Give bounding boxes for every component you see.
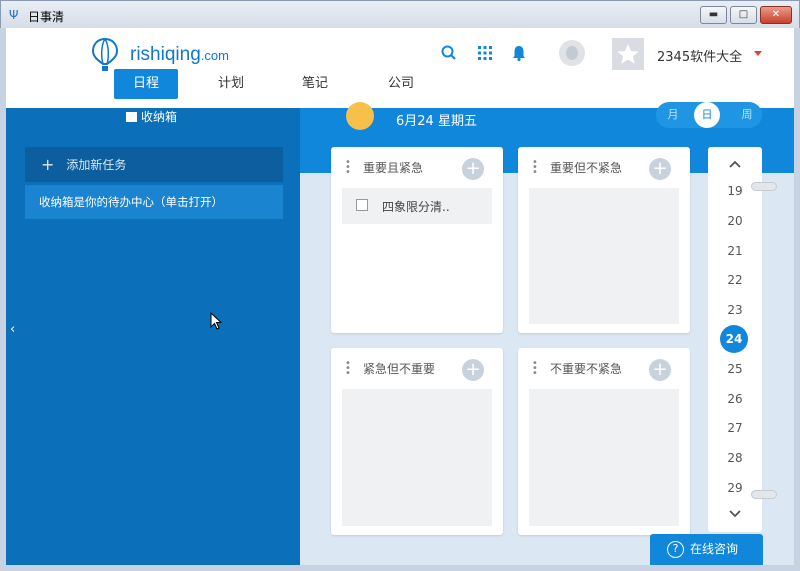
tab-notes[interactable]: 笔记 xyxy=(284,69,346,99)
consult-label: 在线咨询 xyxy=(690,542,739,556)
scroll-down-icon[interactable] xyxy=(728,509,742,519)
window-frame-right xyxy=(794,28,800,571)
add-task-plus-button[interactable]: + xyxy=(649,359,671,381)
add-task-button[interactable]: + 添加新任务 xyxy=(25,147,283,182)
user-menu-caret-icon[interactable] xyxy=(754,51,762,56)
inbox-title-label: 收纳箱 xyxy=(141,110,178,124)
quadrant-urgent-not-important[interactable]: • • • 紧急但不重要 + xyxy=(331,348,503,535)
scroll-up-icon[interactable] xyxy=(728,159,742,169)
date-range-handle-bottom[interactable] xyxy=(751,490,777,499)
app-icon: Ψ xyxy=(9,8,19,22)
window-frame-bottom xyxy=(0,565,800,571)
question-icon: ? xyxy=(667,541,684,558)
inbox-panel: 收纳箱 + 添加新任务 收纳箱是你的待办中心（单击打开） ‹ xyxy=(6,108,300,565)
drag-handle-icon[interactable]: • • • xyxy=(532,359,538,379)
add-task-plus-button[interactable]: + xyxy=(462,158,484,180)
logo-main: rishiqing xyxy=(130,44,201,65)
date-item[interactable]: 22 xyxy=(708,273,762,287)
quadrant-title: 重要且紧急 xyxy=(363,161,424,175)
date-item-today[interactable]: 24 xyxy=(720,325,748,353)
add-task-plus-button[interactable]: + xyxy=(649,158,671,180)
window-title: 日事清 xyxy=(28,10,65,24)
view-day[interactable]: 日 xyxy=(694,102,720,128)
collapse-left-icon[interactable]: ‹ xyxy=(10,322,15,337)
drag-handle-icon[interactable]: • • • xyxy=(345,158,351,178)
online-consult-button[interactable]: ? 在线咨询 xyxy=(650,534,763,565)
mouse-cursor-icon xyxy=(210,312,222,330)
date-item[interactable]: 25 xyxy=(708,362,762,376)
task-list-empty[interactable] xyxy=(529,389,679,526)
logo-text[interactable]: rishiqing.com xyxy=(130,44,229,66)
date-item[interactable]: 20 xyxy=(708,214,762,228)
quadrant-title: 紧急但不重要 xyxy=(363,362,436,376)
quadrant-not-important-not-urgent[interactable]: • • • 不重要不紧急 + xyxy=(518,348,690,535)
inbox-title: 收纳箱 xyxy=(126,108,177,125)
sun-icon xyxy=(346,102,374,130)
maximize-button[interactable]: □ xyxy=(730,6,757,24)
logo-domain: .com xyxy=(200,48,229,63)
date-item[interactable]: 28 xyxy=(708,451,762,465)
apps-grid-icon[interactable] xyxy=(476,44,494,62)
task-list-empty[interactable] xyxy=(342,389,492,526)
view-switch[interactable]: 月 日 周 xyxy=(656,102,762,128)
drag-handle-icon[interactable]: • • • xyxy=(532,158,538,178)
task-name: 四象限分清.. xyxy=(382,200,450,214)
view-month[interactable]: 月 xyxy=(658,102,688,128)
inbox-hint[interactable]: 收纳箱是你的待办中心（单击打开） xyxy=(25,185,283,219)
task-item[interactable]: 四象限分清.. xyxy=(342,188,492,224)
quadrant-title: 不重要不紧急 xyxy=(550,362,623,376)
current-date: 6月24 星期五 xyxy=(396,114,477,129)
inbox-icon xyxy=(126,112,137,122)
tab-schedule[interactable]: 日程 xyxy=(114,69,178,99)
date-scroller[interactable]: 19 20 21 22 23 24 25 26 27 28 29 xyxy=(708,147,762,532)
drag-handle-icon[interactable]: • • • xyxy=(345,359,351,379)
quadrant-title: 重要但不紧急 xyxy=(550,161,623,175)
close-button[interactable]: ✕ xyxy=(760,6,792,24)
app-header: rishiqing.com 2345软件大全 日程 计划 笔记 公司 xyxy=(6,28,794,108)
add-task-plus-button[interactable]: + xyxy=(462,359,484,381)
username[interactable]: 2345软件大全 xyxy=(657,46,742,65)
schedule-main: 6月24 星期五 月 日 周 • • • 重要且紧急 + 四象限分清.. • • • 重… xyxy=(300,102,794,565)
date-item[interactable]: 27 xyxy=(708,421,762,435)
date-item[interactable]: 23 xyxy=(708,303,762,317)
quadrant-important-urgent[interactable]: • • • 重要且紧急 + 四象限分清.. xyxy=(331,147,503,333)
tab-company[interactable]: 公司 xyxy=(370,69,432,99)
date-item[interactable]: 26 xyxy=(708,392,762,406)
date-item[interactable]: 21 xyxy=(708,244,762,258)
avatar[interactable] xyxy=(559,40,585,66)
tab-plan[interactable]: 计划 xyxy=(200,69,262,99)
quadrant-important-not-urgent[interactable]: • • • 重要但不紧急 + xyxy=(518,147,690,333)
add-task-label: 添加新任务 xyxy=(66,158,127,172)
date-range-handle-top[interactable] xyxy=(751,182,777,191)
title-bar[interactable]: Ψ 日事清 ▬ □ ✕ xyxy=(0,0,800,28)
plus-icon: + xyxy=(41,155,55,174)
task-checkbox[interactable] xyxy=(356,199,368,211)
task-list-empty[interactable] xyxy=(529,188,679,324)
view-week[interactable]: 周 xyxy=(732,102,762,128)
bell-icon[interactable] xyxy=(510,44,528,62)
minimize-button[interactable]: ▬ xyxy=(700,6,727,24)
search-icon[interactable] xyxy=(440,44,458,62)
logo-balloon-icon xyxy=(92,38,118,71)
star-icon[interactable] xyxy=(612,38,644,70)
